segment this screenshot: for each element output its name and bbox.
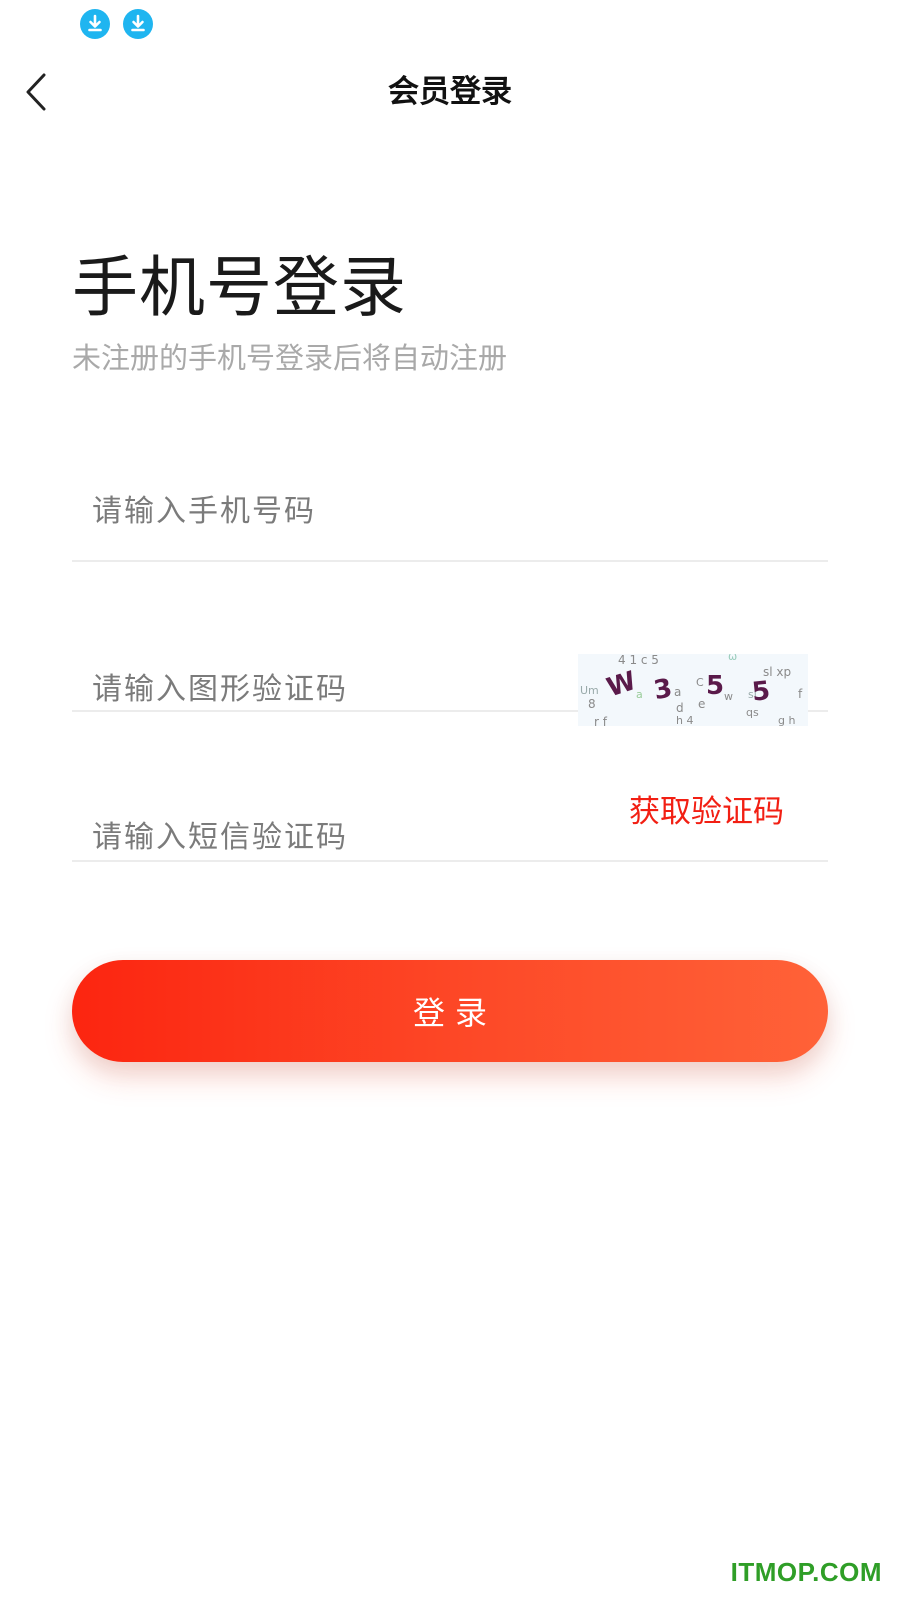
svg-text:ω: ω — [728, 654, 737, 663]
page-title: 会员登录 — [388, 74, 512, 110]
navigation-header: 会员登录 — [0, 60, 900, 124]
image-code-input[interactable] — [92, 664, 552, 714]
svg-text:W: W — [603, 666, 640, 703]
login-heading: 手机号登录 — [72, 249, 407, 326]
svg-text:C: C — [696, 676, 704, 689]
svg-text:e: e — [698, 697, 705, 711]
chevron-left-icon — [26, 73, 46, 111]
svg-text:8: 8 — [588, 697, 596, 711]
download-icon — [123, 9, 153, 39]
download-icon — [80, 9, 110, 39]
svg-text:4 1 c 5: 4 1 c 5 — [618, 654, 659, 667]
svg-text:w: w — [724, 690, 733, 703]
svg-text:3: 3 — [652, 673, 675, 706]
svg-text:Um: Um — [580, 684, 599, 697]
app-screen: 会员登录 手机号登录 未注册的手机号登录后将自动注册 4 1 c 5 ω sl … — [0, 0, 900, 1600]
sms-code-row: 获取验证码 — [72, 712, 828, 862]
svg-text:5: 5 — [750, 676, 771, 708]
svg-text:a: a — [674, 685, 681, 699]
login-button[interactable]: 登录 — [72, 960, 828, 1062]
back-button[interactable] — [18, 70, 58, 114]
svg-text:5: 5 — [706, 671, 724, 701]
status-bar — [0, 0, 900, 48]
image-code-row: 4 1 c 5 ω sl xp Um 8 a a C sl d e w qs f… — [72, 562, 828, 726]
get-code-button[interactable]: 获取验证码 — [629, 790, 784, 834]
sms-code-input[interactable] — [92, 812, 552, 862]
phone-input[interactable] — [92, 486, 552, 536]
watermark: ITMOP.COM — [730, 1557, 882, 1587]
svg-text:f: f — [798, 687, 803, 701]
phone-field-row — [72, 412, 828, 562]
login-subtitle: 未注册的手机号登录后将自动注册 — [72, 341, 508, 375]
